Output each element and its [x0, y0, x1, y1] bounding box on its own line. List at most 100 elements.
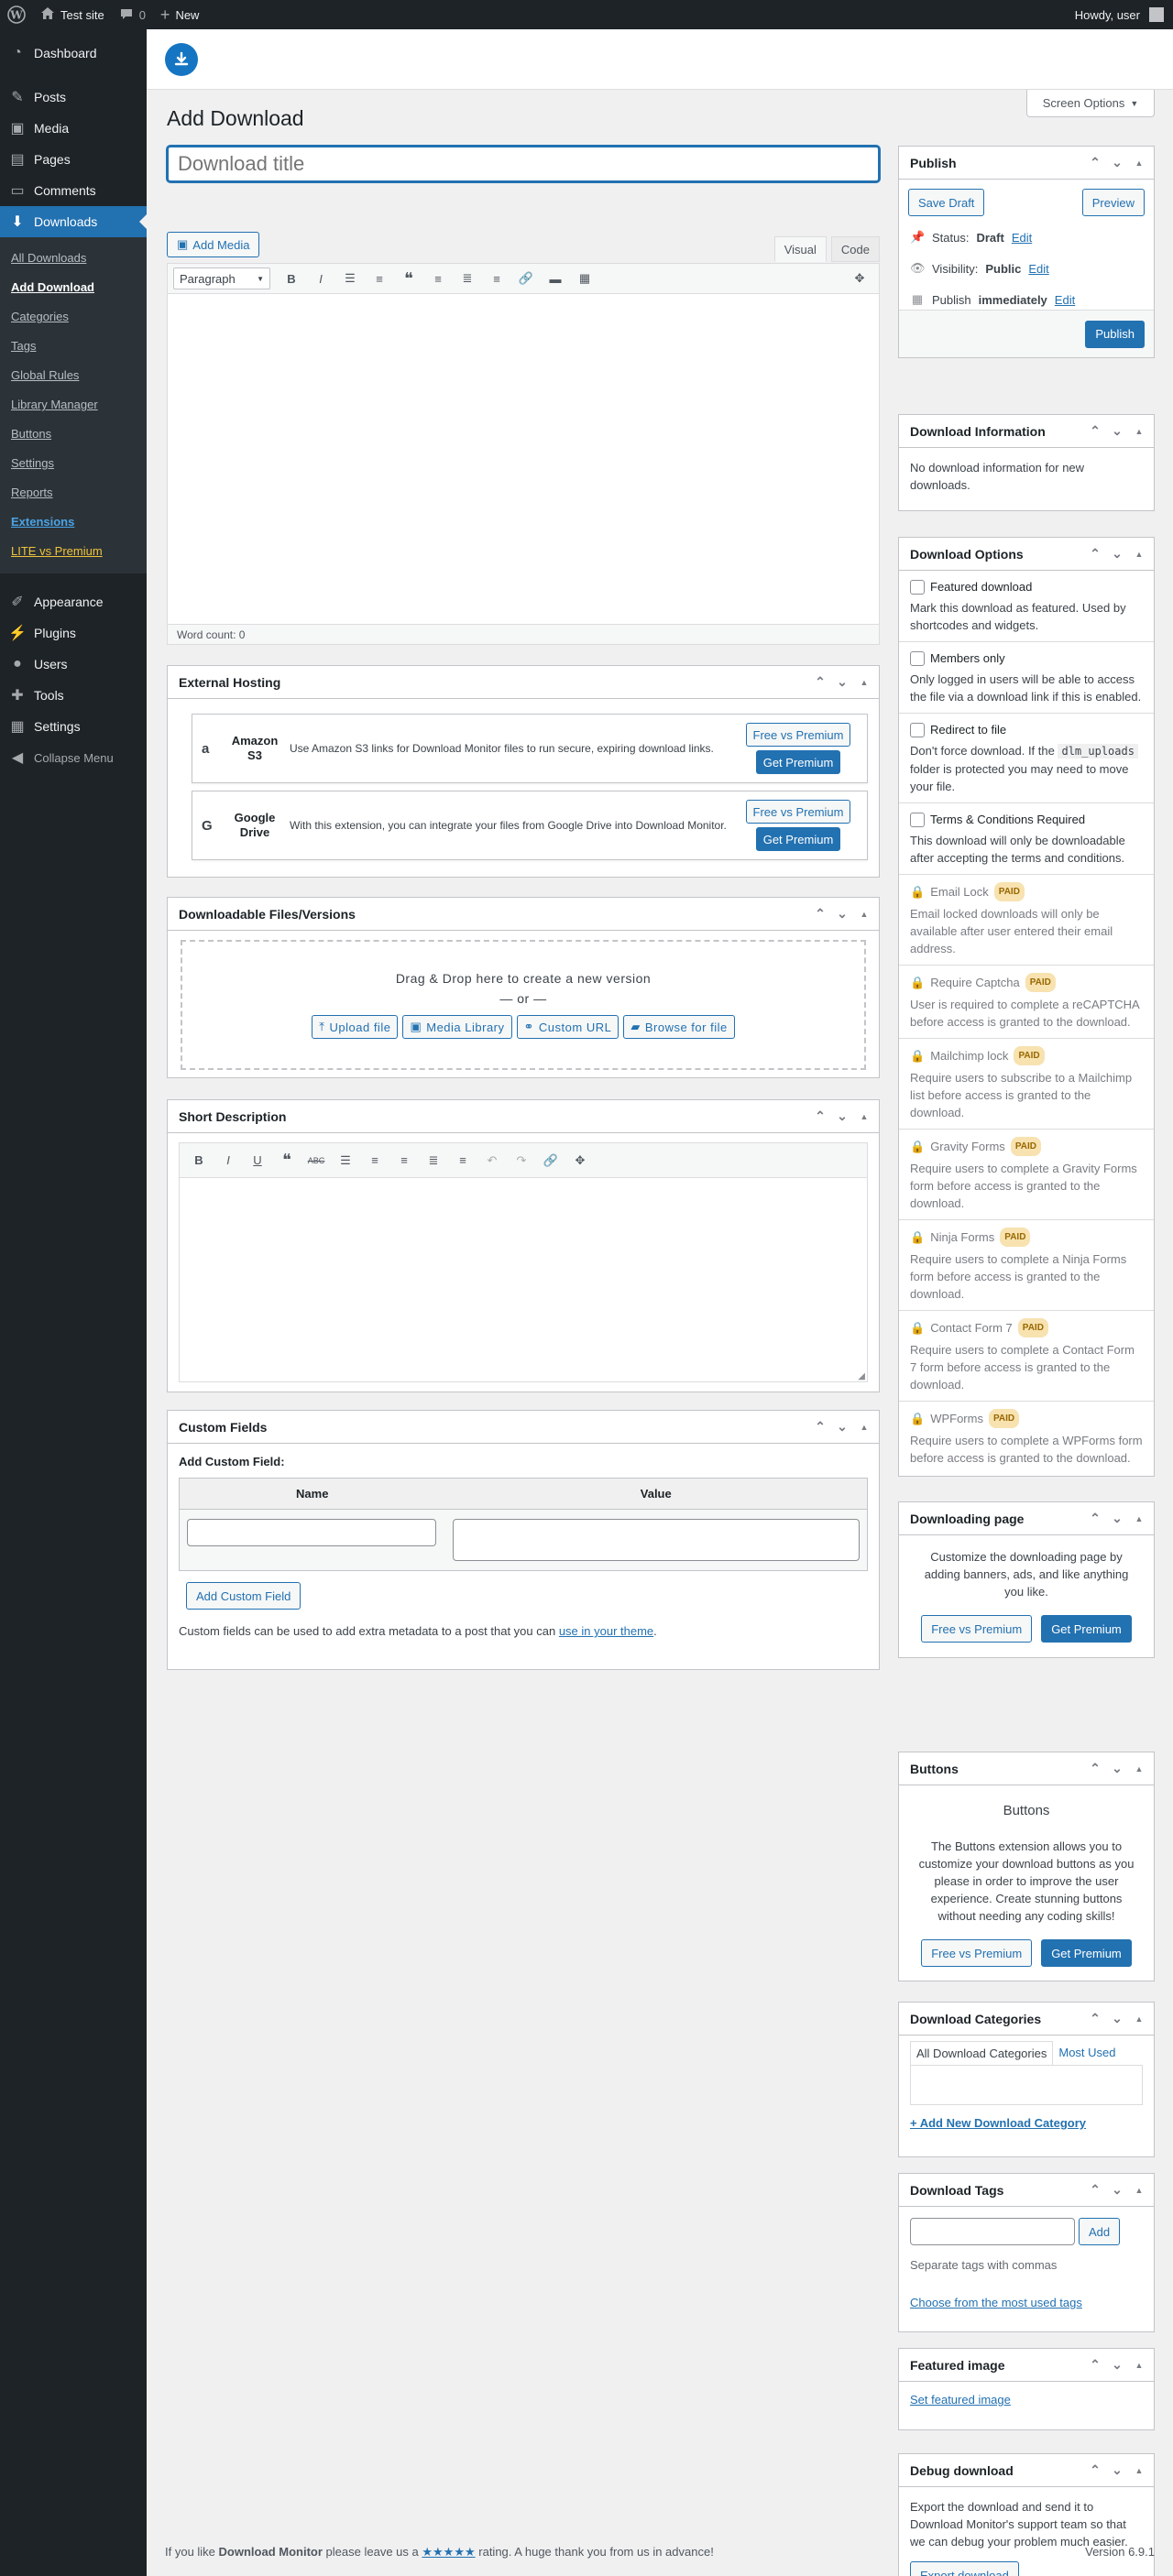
menu-appearance[interactable]: ✐ Appearance — [0, 586, 147, 617]
move-down-icon[interactable]: ⌄ — [1106, 2179, 1128, 2201]
buttons-get-premium-button[interactable]: Get Premium — [1041, 1939, 1132, 1967]
amazon-get-premium-button[interactable]: Get Premium — [755, 750, 841, 774]
move-up-icon[interactable]: ⌃ — [809, 903, 831, 925]
downloadable-files-header[interactable]: Downloadable Files/Versions ⌃ ⌄ ▲ — [168, 898, 879, 931]
menu-media[interactable]: ▣ Media — [0, 113, 147, 144]
bullet-list-icon[interactable]: ☰ — [332, 1148, 359, 1173]
media-library-button[interactable]: ▣ Media Library — [402, 1015, 512, 1039]
redirect-checkbox[interactable] — [910, 722, 925, 737]
tag-input[interactable] — [910, 2218, 1075, 2245]
align-center-icon[interactable]: ≣ — [420, 1148, 447, 1173]
submenu-library-manager[interactable]: Library Manager — [0, 390, 147, 420]
move-up-icon[interactable]: ⌃ — [809, 1106, 831, 1128]
upload-file-button[interactable]: ⤒ Upload file — [312, 1015, 399, 1039]
undo-icon[interactable]: ↶ — [478, 1148, 506, 1173]
move-up-icon[interactable]: ⌃ — [1084, 420, 1106, 442]
align-center-icon[interactable]: ≣ — [454, 266, 481, 291]
move-down-icon[interactable]: ⌄ — [1106, 543, 1128, 565]
add-tag-button[interactable]: Add — [1079, 2218, 1121, 2245]
new-content-link[interactable]: + New — [153, 0, 207, 29]
italic-icon[interactable]: I — [214, 1148, 242, 1173]
resize-handle-icon[interactable]: ◢ — [858, 1371, 865, 1381]
toggle-icon[interactable]: ▲ — [1128, 420, 1150, 442]
buttons-header[interactable]: Buttons ⌃ ⌄ ▲ — [899, 1752, 1154, 1785]
align-left-icon[interactable]: ≡ — [424, 266, 452, 291]
tab-most-used[interactable]: Most Used — [1053, 2041, 1121, 2065]
move-down-icon[interactable]: ⌄ — [831, 1106, 853, 1128]
custom-field-name-input[interactable] — [187, 1519, 436, 1546]
submenu-buttons[interactable]: Buttons — [0, 420, 147, 449]
redo-icon[interactable]: ↷ — [508, 1148, 535, 1173]
toggle-icon[interactable]: ▲ — [1128, 1758, 1150, 1780]
site-name-link[interactable]: Test site — [33, 0, 112, 29]
submenu-extensions[interactable]: Extensions — [0, 508, 147, 537]
move-up-icon[interactable]: ⌃ — [1084, 2008, 1106, 2030]
move-down-icon[interactable]: ⌄ — [1106, 420, 1128, 442]
align-right-icon[interactable]: ≡ — [449, 1148, 477, 1173]
numbered-list-icon[interactable]: ≡ — [366, 266, 393, 291]
submenu-all-downloads[interactable]: All Downloads — [0, 244, 147, 273]
tab-visual[interactable]: Visual — [773, 236, 827, 262]
menu-comments[interactable]: ▭ Comments — [0, 175, 147, 206]
toggle-icon[interactable]: ▲ — [1128, 2179, 1150, 2201]
submenu-categories[interactable]: Categories — [0, 302, 147, 332]
move-up-icon[interactable]: ⌃ — [809, 1416, 831, 1438]
move-down-icon[interactable]: ⌄ — [1106, 1508, 1128, 1530]
bold-icon[interactable]: B — [185, 1148, 213, 1173]
menu-posts[interactable]: ✎ Posts — [0, 82, 147, 113]
save-draft-button[interactable]: Save Draft — [908, 189, 985, 216]
edit-schedule-link[interactable]: Edit — [1055, 293, 1075, 307]
move-up-icon[interactable]: ⌃ — [1084, 1758, 1106, 1780]
toggle-icon[interactable]: ▲ — [1128, 2354, 1150, 2376]
blockquote-icon[interactable]: ❝ — [395, 266, 422, 291]
add-media-button[interactable]: ▣ Add Media — [167, 232, 260, 257]
members-only-checkbox[interactable] — [910, 650, 925, 666]
move-up-icon[interactable]: ⌃ — [1084, 152, 1106, 174]
bullet-list-icon[interactable]: ☰ — [336, 266, 364, 291]
collapse-menu[interactable]: ◀ Collapse Menu — [0, 742, 147, 773]
add-custom-field-button[interactable]: Add Custom Field — [186, 1582, 301, 1610]
menu-users[interactable]: ● Users — [0, 649, 147, 680]
toggle-icon[interactable]: ▲ — [853, 1416, 875, 1438]
fullscreen-icon[interactable]: ✥ — [846, 266, 873, 291]
move-down-icon[interactable]: ⌄ — [1106, 2460, 1128, 2482]
file-dropzone[interactable]: Drag & Drop here to create a new version… — [181, 940, 866, 1070]
terms-checkbox[interactable] — [910, 812, 925, 827]
edit-status-link[interactable]: Edit — [1012, 231, 1032, 245]
menu-downloads[interactable]: ⬇ Downloads — [0, 206, 147, 237]
menu-tools[interactable]: ✚ Tools — [0, 680, 147, 711]
featured-image-header[interactable]: Featured image ⌃ ⌄ ▲ — [899, 2349, 1154, 2382]
move-up-icon[interactable]: ⌃ — [809, 671, 831, 693]
export-download-button[interactable]: Export download — [910, 2561, 1019, 2576]
menu-plugins[interactable]: ⚡ Plugins — [0, 617, 147, 649]
add-new-category-link[interactable]: + Add New Download Category — [910, 2116, 1086, 2130]
download-options-header[interactable]: Download Options ⌃ ⌄ ▲ — [899, 538, 1154, 571]
account-link[interactable]: Howdy, user — [1068, 0, 1173, 29]
rating-stars-link[interactable]: ★★★★★ — [422, 2545, 475, 2559]
tab-all-categories[interactable]: All Download Categories — [910, 2041, 1054, 2065]
align-left-icon[interactable]: ≡ — [390, 1148, 418, 1173]
link-icon[interactable]: 🔗 — [512, 266, 540, 291]
move-down-icon[interactable]: ⌄ — [1106, 1758, 1128, 1780]
featured-checkbox[interactable] — [910, 579, 925, 595]
amazon-free-vs-premium-button[interactable]: Free vs Premium — [745, 723, 851, 747]
move-up-icon[interactable]: ⌃ — [1084, 543, 1106, 565]
strikethrough-icon[interactable]: ABC — [302, 1148, 330, 1173]
underline-icon[interactable]: U — [244, 1148, 271, 1173]
paragraph-select[interactable]: Paragraph ▼ — [173, 267, 270, 289]
align-right-icon[interactable]: ≡ — [483, 266, 510, 291]
read-more-icon[interactable]: ▬ — [542, 266, 569, 291]
toggle-icon[interactable]: ▲ — [853, 671, 875, 693]
comments-link[interactable]: 0 — [112, 0, 153, 29]
edit-visibility-link[interactable]: Edit — [1028, 262, 1048, 276]
move-down-icon[interactable]: ⌄ — [831, 671, 853, 693]
downloading-get-premium-button[interactable]: Get Premium — [1041, 1615, 1132, 1643]
external-hosting-header[interactable]: External Hosting ⌃ ⌄ ▲ — [168, 666, 879, 699]
move-up-icon[interactable]: ⌃ — [1084, 2179, 1106, 2201]
download-title-input[interactable] — [167, 146, 880, 182]
submenu-lite-vs-premium[interactable]: LITE vs Premium — [0, 537, 147, 566]
link-icon[interactable]: 🔗 — [537, 1148, 565, 1173]
buttons-free-vs-premium-button[interactable]: Free vs Premium — [921, 1939, 1033, 1967]
tab-code[interactable]: Code — [830, 236, 880, 262]
bold-icon[interactable]: B — [278, 266, 305, 291]
